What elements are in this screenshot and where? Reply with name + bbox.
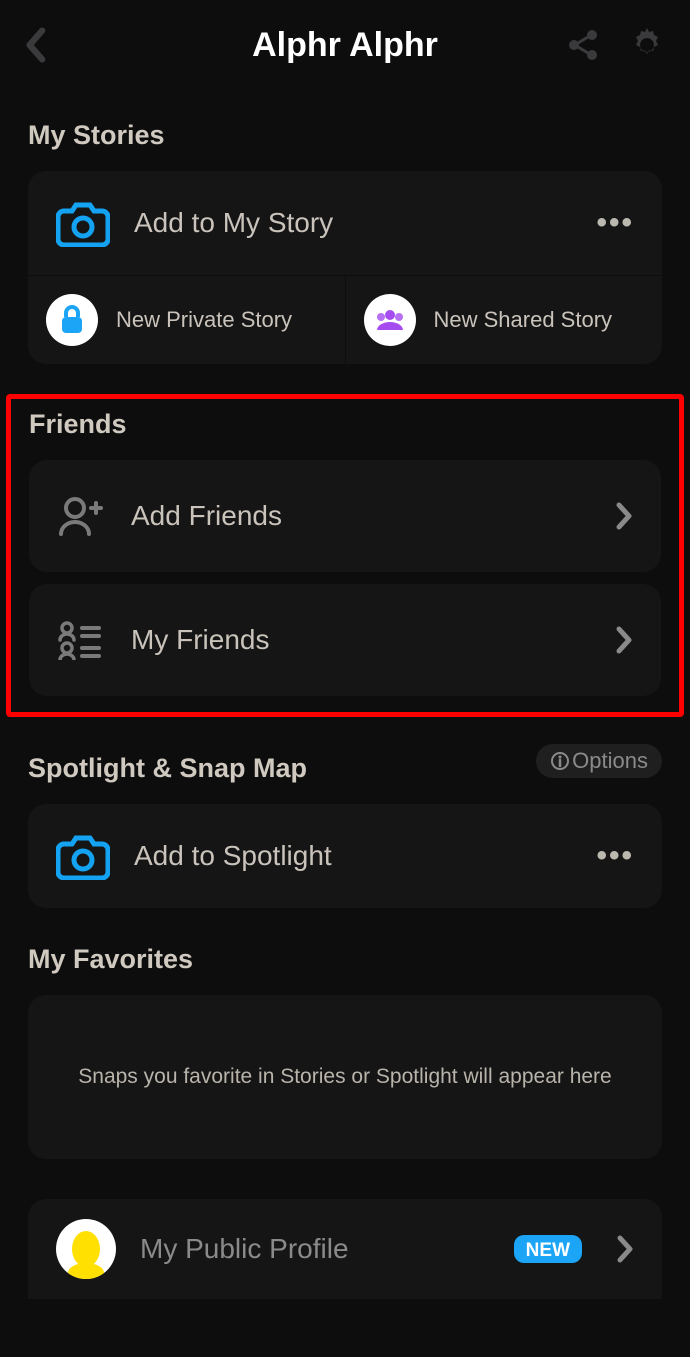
new-badge: NEW bbox=[514, 1235, 582, 1263]
add-to-my-story-row[interactable]: Add to My Story ••• bbox=[28, 171, 662, 275]
my-friends-card[interactable]: My Friends bbox=[29, 584, 661, 696]
share-icon[interactable] bbox=[566, 28, 600, 62]
favorites-title: My Favorites bbox=[28, 944, 662, 975]
favorites-empty-text: Snaps you favorite in Stories or Spotlig… bbox=[78, 1065, 611, 1088]
friends-title: Friends bbox=[29, 409, 661, 440]
options-label: Options bbox=[572, 748, 648, 774]
chevron-right-icon bbox=[615, 501, 633, 531]
public-profile-row[interactable]: My Public Profile NEW bbox=[28, 1199, 662, 1299]
page-title: Alphr Alphr bbox=[252, 26, 438, 65]
more-icon[interactable]: ••• bbox=[596, 206, 634, 240]
chevron-right-icon bbox=[616, 1234, 634, 1264]
my-stories-title: My Stories bbox=[28, 120, 662, 151]
friends-section-highlight: Friends Add Friends bbox=[6, 394, 684, 717]
gear-icon[interactable] bbox=[628, 26, 666, 64]
more-icon[interactable]: ••• bbox=[596, 839, 634, 873]
my-stories-card: Add to My Story ••• New Private Story bbox=[28, 171, 662, 364]
chevron-right-icon bbox=[615, 625, 633, 655]
new-shared-story-button[interactable]: New Shared Story bbox=[346, 276, 663, 364]
options-button[interactable]: Options bbox=[536, 744, 662, 778]
friends-list-icon bbox=[57, 620, 103, 660]
add-friends-card[interactable]: Add Friends bbox=[29, 460, 661, 572]
avatar-icon bbox=[56, 1219, 116, 1279]
add-to-spotlight-label: Add to Spotlight bbox=[134, 840, 572, 872]
my-friends-label: My Friends bbox=[131, 624, 587, 656]
info-icon bbox=[550, 751, 570, 771]
favorites-empty: Snaps you favorite in Stories or Spotlig… bbox=[28, 995, 662, 1159]
group-icon bbox=[364, 294, 416, 346]
add-friend-icon bbox=[57, 496, 103, 536]
spotlight-title: Spotlight & Snap Map bbox=[28, 753, 307, 784]
new-shared-story-label: New Shared Story bbox=[434, 307, 613, 333]
public-profile-label: My Public Profile bbox=[140, 1233, 490, 1265]
spotlight-card: Add to Spotlight ••• bbox=[28, 804, 662, 908]
camera-icon bbox=[56, 832, 110, 880]
add-to-my-story-label: Add to My Story bbox=[134, 207, 572, 239]
add-friends-label: Add Friends bbox=[131, 500, 587, 532]
back-icon[interactable] bbox=[24, 27, 46, 63]
camera-icon bbox=[56, 199, 110, 247]
lock-icon bbox=[46, 294, 98, 346]
add-to-spotlight-row[interactable]: Add to Spotlight ••• bbox=[28, 804, 662, 908]
new-private-story-button[interactable]: New Private Story bbox=[28, 276, 346, 364]
header: Alphr Alphr bbox=[0, 0, 690, 90]
new-private-story-label: New Private Story bbox=[116, 307, 292, 333]
